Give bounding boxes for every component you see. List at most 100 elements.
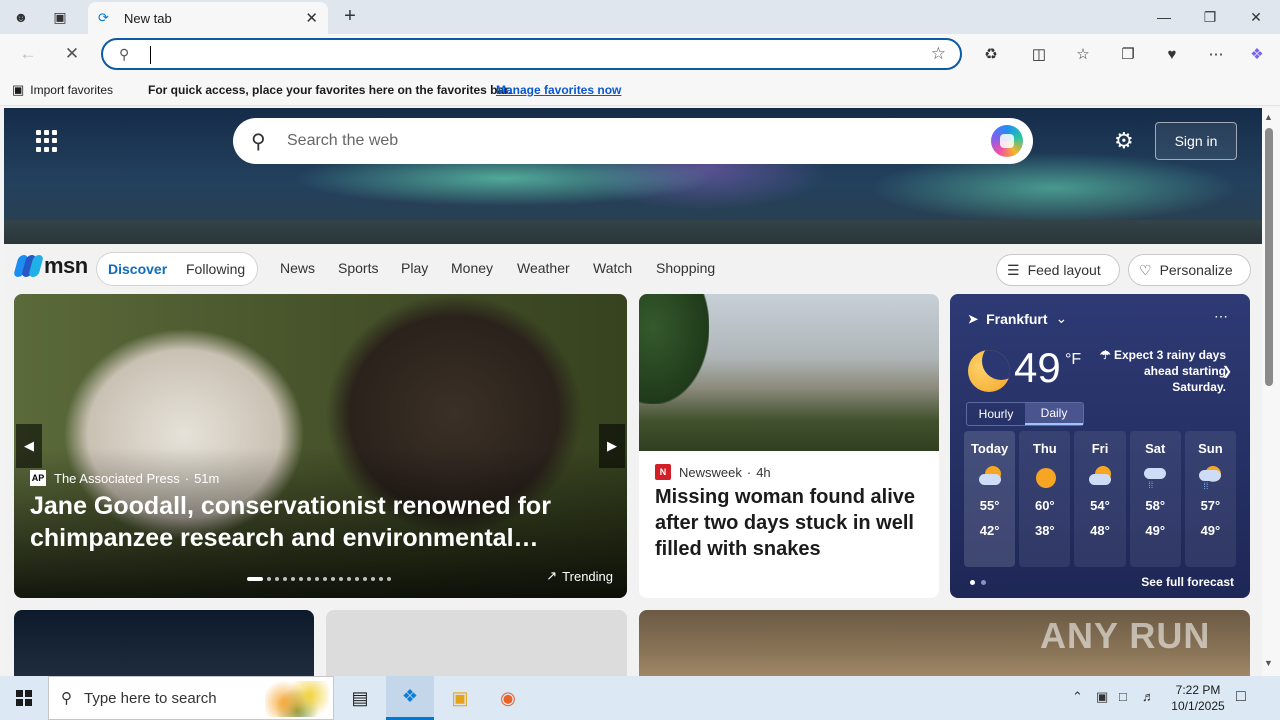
chevron-down-icon: ⌄ [1055,310,1068,326]
clock-time: 7:22 PM [1175,683,1221,697]
web-search-input[interactable] [287,130,927,152]
close-window-button[interactable]: ✕ [1233,0,1279,34]
address-input[interactable] [153,44,913,66]
tab-actions-icon[interactable]: ▣ [49,6,71,28]
new-tab-button[interactable]: + [338,5,362,29]
network-icon[interactable]: □ [1119,689,1127,704]
restore-button[interactable]: ❐ [1187,0,1233,34]
weather-location[interactable]: ➤ Frankfurt ⌄ [968,310,1067,327]
ap-logo-icon: AP [30,470,46,486]
add-favorite-icon[interactable]: ☆ [931,44,946,64]
personalize-button[interactable]: ♡ Personalize [1128,254,1251,286]
watermark: ANY RUN [1040,615,1211,656]
full-forecast-link[interactable]: See full forecast [1141,575,1234,589]
volume-icon[interactable]: ♬ [1142,689,1155,704]
copilot-icon[interactable] [991,125,1023,157]
meet-now-icon[interactable]: ▣ [1096,689,1108,705]
main-story-title[interactable]: Jane Goodall, conservationist renowned f… [30,490,615,554]
scroll-down-icon[interactable]: ▼ [1264,658,1273,668]
day-name: Sat [1145,441,1166,456]
temperature-unit[interactable]: °F [1065,351,1081,369]
newsweek-logo-icon: N [655,464,671,480]
hourly-tab[interactable]: Hourly [967,403,1025,425]
page-scrollbar[interactable]: ▲ ▼ [1262,108,1280,676]
taskbar-search[interactable]: ⚲ [48,676,334,720]
import-favorites-label: Import favorites [30,83,113,97]
story-card[interactable] [14,610,314,676]
trending-icon: ↗ [546,568,558,583]
favorites-icon[interactable]: ☆ [1072,43,1094,65]
weather-note[interactable]: ☂ Expect 3 rainy days ahead starting Sat… [1098,347,1226,395]
copilot-icon[interactable]: ❖ [1246,43,1268,65]
windows-logo-icon [16,690,32,706]
hero-ground [4,220,1262,244]
forecast-day[interactable]: Fri 54° 48° [1074,431,1126,567]
sliders-icon: ☰ [1007,261,1020,278]
weather-card[interactable]: ➤ Frankfurt ⌄ ⋯ 49 °F ☂ Expect 3 rainy d… [950,294,1250,598]
edge-taskbar-icon[interactable]: ❖ [386,676,434,720]
more-options-icon[interactable]: ⋯ [1214,308,1228,325]
tab-following[interactable]: Following [186,261,245,277]
profile-icon[interactable]: ☻ [10,6,32,28]
main-story-card[interactable]: ◀ ▶ AP The Associated Press · 51m Jane G… [14,294,627,598]
msn-logo[interactable]: msn [13,253,88,279]
manage-favorites-link[interactable]: Manage favorites now [496,83,621,97]
task-view-icon[interactable]: ▤ [336,676,384,720]
browser-essentials-icon[interactable]: ♥ [1161,43,1183,65]
day-high: 57° [1200,498,1221,513]
day-high: 55° [979,498,1000,513]
system-clock[interactable]: 7:22 PM 10/1/2025 [1166,682,1230,714]
carousel-prev-button[interactable]: ◀ [16,424,42,468]
personalize-icon: ♡ [1139,261,1152,278]
nav-sports[interactable]: Sports [338,260,378,276]
rain-icon: ⁞⁞ [1142,466,1168,490]
location-name: Frankfurt [986,310,1048,327]
address-bar[interactable]: ⚲ ☆ [101,38,962,70]
carousel-indicator [247,577,391,581]
nav-watch[interactable]: Watch [593,260,632,276]
news-card[interactable]: N Newsweek · 4h Missing woman found aliv… [639,294,939,598]
close-tab-icon[interactable]: ✕ [305,9,318,27]
day-low: 48° [1090,523,1110,538]
scroll-up-icon[interactable]: ▲ [1264,112,1273,122]
chevron-right-icon[interactable]: ❯ [1222,364,1232,378]
collections-icon[interactable]: ❐ [1117,43,1139,65]
show-hidden-icons[interactable]: ⌃ [1072,689,1083,705]
msn-logo-text: msn [44,253,88,278]
gear-icon[interactable]: ⚙ [1114,128,1134,154]
forecast-day[interactable]: Sun ⁞⁞ 57° 49° [1184,431,1237,567]
nav-play[interactable]: Play [401,260,428,276]
daily-tab[interactable]: Daily [1025,403,1083,425]
forecast-day[interactable]: Sat ⁞⁞ 58° 49° [1129,431,1181,567]
story-image [639,294,939,451]
feed-layout-button[interactable]: ☰ Feed layout [996,254,1120,286]
taskbar-search-input[interactable] [84,689,244,707]
scroll-thumb[interactable] [1265,128,1273,386]
notifications-icon[interactable]: □ [1236,688,1246,706]
file-explorer-icon[interactable]: ▣ [436,676,484,720]
forecast-day[interactable]: Thu 60° 38° [1019,431,1071,567]
minimize-button[interactable]: — [1141,0,1187,34]
news-story-title[interactable]: Missing woman found alive after two days… [655,484,925,562]
web-search-box[interactable]: ⚲ [233,118,1033,164]
forecast-day[interactable]: Today 55° 42° [964,431,1016,567]
split-screen-icon[interactable]: ◫ [1028,43,1050,65]
nav-shopping[interactable]: Shopping [656,260,715,276]
tab-discover[interactable]: Discover [108,261,167,277]
personalize-label: Personalize [1159,262,1233,278]
settings-more-icon[interactable]: ⋯ [1205,43,1227,65]
carousel-next-button[interactable]: ▶ [599,424,625,468]
nav-money[interactable]: Money [451,260,493,276]
nav-news[interactable]: News [280,260,315,276]
app-launcher-icon[interactable] [36,130,58,152]
sign-in-button[interactable]: Sign in [1155,122,1237,160]
tab-new-tab[interactable]: ⟳ New tab ✕ [88,2,328,34]
extensions-icon[interactable]: ♻ [980,43,1002,65]
firefox-icon[interactable]: ◉ [484,676,532,720]
stop-loading-button[interactable]: ✕ [60,42,84,66]
start-button[interactable] [0,676,48,720]
day-name: Today [970,441,1009,456]
back-button[interactable]: ← [16,42,40,66]
import-favorites-button[interactable]: ▣ Import favorites [12,82,113,98]
nav-weather[interactable]: Weather [517,260,570,276]
